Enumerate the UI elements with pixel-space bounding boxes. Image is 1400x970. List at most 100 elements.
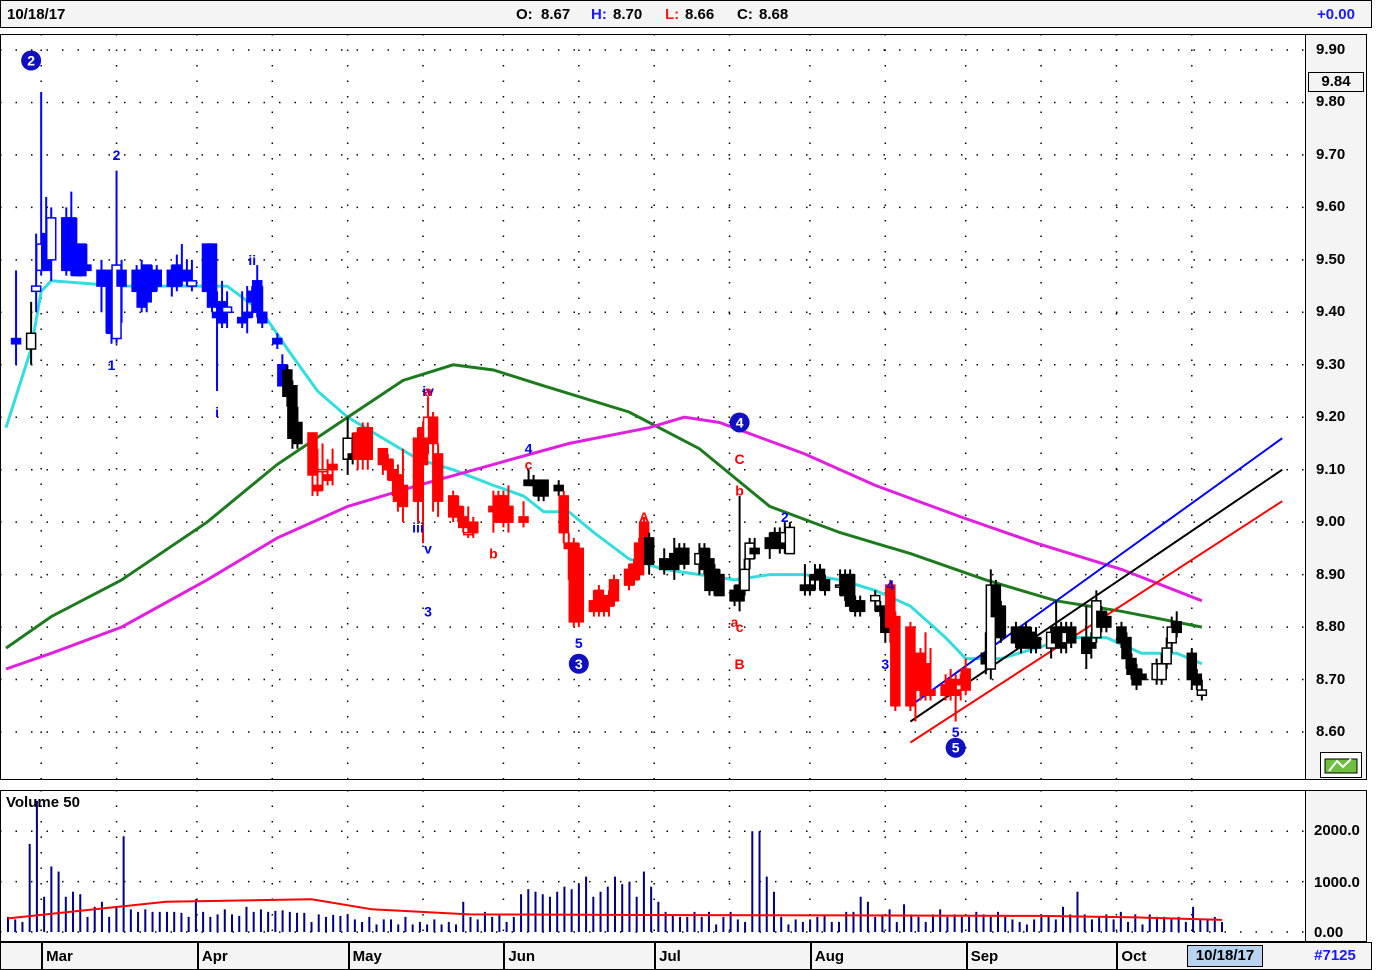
price-tick: 8.70 xyxy=(1316,670,1346,688)
month-tick xyxy=(41,943,44,970)
candle-body xyxy=(558,495,569,534)
open-value: 8.67 xyxy=(541,6,571,23)
candle-body xyxy=(272,337,283,345)
wave-label: a xyxy=(424,383,432,399)
wave-label: iii xyxy=(412,519,424,535)
price-tick: 9.70 xyxy=(1316,145,1346,163)
candle-body xyxy=(774,542,786,550)
candle-body xyxy=(1101,615,1112,628)
candle-body xyxy=(45,217,57,261)
candle-body xyxy=(151,269,162,287)
wave-label: 5 xyxy=(952,740,960,756)
price-tick: 8.90 xyxy=(1316,565,1346,583)
wave-label: 5 xyxy=(952,724,960,740)
candle-body xyxy=(362,426,374,460)
open-label: O: xyxy=(516,6,533,23)
candle-body xyxy=(327,463,338,471)
month-tick xyxy=(965,943,968,970)
price-tick: 9.30 xyxy=(1316,355,1346,373)
candle-body xyxy=(538,479,549,497)
wave-label: A xyxy=(639,509,649,525)
candle-body xyxy=(1196,689,1208,697)
wave-label: b xyxy=(735,483,744,499)
month-label: Sep xyxy=(970,948,999,965)
candle-body xyxy=(1171,621,1182,634)
wave-label: 2 xyxy=(27,52,35,68)
candle-body xyxy=(116,269,127,287)
price-tick: 9.50 xyxy=(1316,250,1346,268)
candle-body xyxy=(181,269,193,282)
wave-label: 3 xyxy=(881,656,889,672)
vol-tick-2000: 2000.0 xyxy=(1314,822,1360,839)
volume-axis xyxy=(1305,790,1367,942)
candle-body xyxy=(739,568,750,592)
candle-body xyxy=(397,484,409,508)
month-tick xyxy=(503,943,506,970)
candle-body xyxy=(503,505,514,523)
candle-body xyxy=(875,605,886,613)
candle-body xyxy=(573,547,585,623)
candle-body xyxy=(870,594,881,602)
header-date: 10/18/17 xyxy=(7,6,66,23)
symbol-id[interactable]: #7125 xyxy=(1301,945,1369,967)
chart-window: { "header": { "date": "10/18/17", "open_… xyxy=(0,0,1400,970)
candle-body xyxy=(457,516,469,529)
price-tick: 9.40 xyxy=(1316,303,1346,321)
wave-label: c xyxy=(736,619,744,635)
candle-body xyxy=(553,484,564,492)
header-bar: 10/18/17 O: 8.67 H: 8.70 L: 8.66 C: 8.68… xyxy=(0,0,1372,28)
candle-body xyxy=(1086,642,1097,649)
month-label: May xyxy=(352,948,382,965)
toolbox-icon[interactable] xyxy=(1320,752,1362,778)
vol-tick-0: 0.00 xyxy=(1314,924,1344,941)
candle-body xyxy=(784,526,796,555)
change-value: +0.00 xyxy=(1317,6,1355,23)
candle-body xyxy=(427,416,439,445)
candle-body xyxy=(819,579,831,592)
month-label: Apr xyxy=(201,948,228,965)
month-tick xyxy=(809,943,812,970)
candle-body xyxy=(995,605,1007,639)
candle-body xyxy=(658,558,670,571)
candle-body xyxy=(1136,673,1147,681)
price-tick: 9.00 xyxy=(1316,513,1346,531)
month-tick xyxy=(654,943,657,970)
wave-label: C xyxy=(735,451,745,467)
candle-body xyxy=(101,269,112,287)
volume-chart xyxy=(0,790,1306,942)
candle-body xyxy=(749,547,760,555)
candle-body xyxy=(432,453,444,502)
month-label: Jul xyxy=(659,948,681,965)
high-value: 8.70 xyxy=(613,6,643,23)
candle-body xyxy=(528,479,539,487)
wave-label: 2 xyxy=(113,147,121,163)
price-chart: 221iiiiviiiv3abc453ACbacB424355 xyxy=(0,34,1306,780)
candle-body xyxy=(236,316,248,324)
wave-label: 4 xyxy=(525,441,533,457)
wave-label: 3 xyxy=(424,603,432,619)
candle-body xyxy=(854,600,866,613)
candle-body xyxy=(769,531,781,544)
high-label: H: xyxy=(591,6,607,23)
vol-tick-1000: 1000.0 xyxy=(1314,874,1360,891)
candle-body xyxy=(1156,663,1167,681)
wave-label: 3 xyxy=(575,656,583,672)
month-label: Mar xyxy=(46,948,73,965)
candle-body xyxy=(30,285,42,293)
candle-body xyxy=(292,421,303,445)
wave-label: 1 xyxy=(108,357,116,373)
wave-label: b xyxy=(489,546,498,562)
candle-body xyxy=(81,264,92,272)
candle-body xyxy=(1030,636,1042,649)
wave-label: v xyxy=(424,540,432,556)
wave-label: ii xyxy=(248,252,256,268)
month-tick xyxy=(1116,943,1119,970)
candle-body xyxy=(814,568,826,581)
candle-body xyxy=(312,484,323,492)
wave-label: 4 xyxy=(736,414,744,430)
candle-body xyxy=(251,280,263,314)
close-label: C: xyxy=(737,6,753,23)
current-price-marker: 9.84 xyxy=(1308,72,1364,92)
price-tick: 9.80 xyxy=(1316,93,1346,111)
month-label: Aug xyxy=(814,948,845,965)
